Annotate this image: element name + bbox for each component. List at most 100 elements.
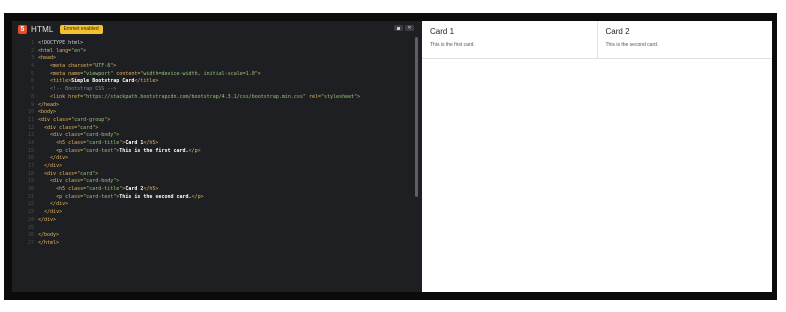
line-number: 14 — [27, 139, 34, 146]
settings-button[interactable] — [394, 25, 403, 31]
code-line[interactable]: 7 <!-- Bootstrap CSS --> — [12, 86, 412, 94]
card-text: This is the first card. — [430, 42, 475, 48]
code-line[interactable]: 14 <h5 class="card-title">Card 1</h5> — [12, 140, 412, 148]
line-number: 26 — [27, 232, 34, 239]
line-number: 2 — [30, 47, 34, 54]
code-text: <html lang="en"> — [38, 47, 87, 54]
line-number: 25 — [27, 224, 34, 231]
code-text: <div class="card"> — [44, 124, 99, 131]
code-line[interactable]: 24 </div> — [12, 217, 412, 225]
line-number: 1 — [30, 40, 34, 46]
code-editor-panel[interactable]: 5 HTML Emmet enabled ✕ 1 <!DOCTYPE html> 2… — [12, 21, 422, 292]
code-line[interactable]: 16 </div> — [12, 155, 412, 163]
code-text: </div> — [38, 216, 57, 223]
line-number: 4 — [30, 63, 34, 70]
card-2: Card 2 This is the second card. — [596, 21, 773, 58]
code-text: <div class="card-body"> — [50, 132, 120, 139]
code-text: <meta charset="UTF-8"> — [50, 63, 117, 70]
code-text: <!DOCTYPE html> — [38, 40, 84, 46]
code-line[interactable]: 18 <div class="card"> — [12, 171, 412, 179]
code-text: <h5 class="card-title">Card 2</h5> — [56, 186, 159, 193]
line-number: 7 — [30, 86, 34, 93]
code-text: </body> — [38, 232, 60, 239]
close-button[interactable]: ✕ — [405, 25, 414, 31]
line-number: 20 — [27, 186, 34, 193]
card-1: Card 1 This is the first card. — [422, 21, 597, 58]
code-line[interactable]: 13 <div class="card-body"> — [12, 132, 412, 140]
code-text: </head> — [38, 101, 60, 108]
card-text: This is the second card. — [605, 42, 659, 48]
code-text: <p class="card-text">This is the second … — [56, 193, 204, 200]
code-text: <div class="card-group"> — [38, 116, 111, 123]
screenshot-frame: 5 HTML Emmet enabled ✕ 1 <!DOCTYPE html> 2… — [4, 13, 777, 300]
code-line[interactable]: 8 <link href="https://stackpath.bootstra… — [12, 94, 412, 102]
line-number: 5 — [30, 70, 34, 77]
line-number: 21 — [27, 193, 34, 200]
code-line[interactable]: 2 <html lang="en"> — [12, 48, 412, 56]
line-number: 17 — [27, 163, 34, 169]
code-line[interactable]: 21 <p class="card-text">This is the seco… — [12, 194, 412, 202]
language-label: HTML — [31, 24, 54, 34]
code-text: <!-- Bootstrap CSS --> — [50, 86, 117, 93]
code-line[interactable]: 11 <div class="card-group"> — [12, 117, 412, 125]
line-number: 8 — [30, 93, 34, 100]
code-area[interactable]: 1 <!DOCTYPE html> 2 <html lang="en"> 3 <head>… — [12, 40, 412, 248]
line-number: 24 — [27, 216, 34, 223]
editor-controls: ✕ — [394, 25, 414, 31]
line-number: 23 — [27, 209, 34, 216]
code-line[interactable]: 27 </html> — [12, 240, 412, 248]
line-number: 11 — [27, 116, 34, 123]
code-line[interactable]: 1 <!DOCTYPE html> — [12, 40, 412, 48]
line-number: 15 — [27, 147, 34, 154]
code-text: <div class="card"> — [44, 170, 99, 177]
code-line[interactable]: 26 </body> — [12, 232, 412, 240]
code-line[interactable]: 22 </div> — [12, 201, 412, 209]
code-text: <head> — [38, 55, 57, 62]
line-number: 6 — [30, 78, 34, 85]
code-line[interactable]: 19 <div class="card-body"> — [12, 178, 412, 186]
code-text: <body> — [38, 109, 57, 116]
code-line[interactable]: 12 <div class="card"> — [12, 125, 412, 133]
code-line[interactable]: 20 <h5 class="card-title">Card 2</h5> — [12, 186, 412, 194]
editor-header: 5 HTML Emmet enabled ✕ — [12, 21, 422, 37]
code-line[interactable]: 10 <body> — [12, 109, 412, 117]
html5-icon: 5 — [18, 24, 27, 34]
code-text: </div> — [44, 163, 63, 169]
code-text: </div> — [50, 155, 69, 162]
code-text: </div> — [50, 201, 69, 208]
code-text: <title>Simple Bootstrap Card</title> — [50, 78, 159, 85]
editor-scrollbar[interactable] — [415, 37, 418, 197]
code-line[interactable]: 15 <p class="card-text">This is the firs… — [12, 148, 412, 156]
code-line[interactable]: 5 <meta name="viewport" content="width=d… — [12, 71, 412, 79]
line-number: 18 — [27, 170, 34, 177]
line-number: 19 — [27, 178, 34, 185]
line-number: 10 — [27, 109, 34, 116]
code-text: </div> — [44, 209, 63, 216]
code-line[interactable]: 23 </div> — [12, 209, 412, 217]
emmet-badge[interactable]: Emmet enabled — [59, 24, 103, 34]
close-icon: ✕ — [407, 25, 412, 31]
code-line[interactable]: 25 — [12, 225, 412, 233]
code-line[interactable]: 4 <meta charset="UTF-8"> — [12, 63, 412, 71]
code-line[interactable]: 6 <title>Simple Bootstrap Card</title> — [12, 78, 412, 86]
code-line[interactable]: 3 <head> — [12, 55, 412, 63]
line-number: 12 — [27, 124, 34, 131]
card-group: Card 1 This is the first card. Card 2 Th… — [422, 21, 772, 59]
line-number: 16 — [27, 155, 34, 162]
square-icon — [397, 26, 400, 30]
code-text: </html> — [38, 239, 60, 246]
line-number: 27 — [27, 239, 34, 246]
card-title: Card 2 — [605, 27, 630, 36]
line-number: 9 — [30, 101, 34, 108]
code-text: <div class="card-body"> — [50, 178, 120, 185]
line-number: 22 — [27, 201, 34, 208]
line-number: 3 — [30, 55, 34, 62]
line-number: 13 — [27, 132, 34, 139]
card-title: Card 1 — [430, 27, 455, 36]
code-text: <p class="card-text">This is the first c… — [56, 147, 201, 154]
code-text: <meta name="viewport" content="width=dev… — [50, 70, 261, 77]
code-line[interactable]: 9 </head> — [12, 102, 412, 110]
code-text: <link href="https://stackpath.bootstrapc… — [50, 93, 361, 100]
code-line[interactable]: 17 </div> — [12, 163, 412, 171]
preview-panel: Card 1 This is the first card. Card 2 Th… — [422, 21, 772, 292]
